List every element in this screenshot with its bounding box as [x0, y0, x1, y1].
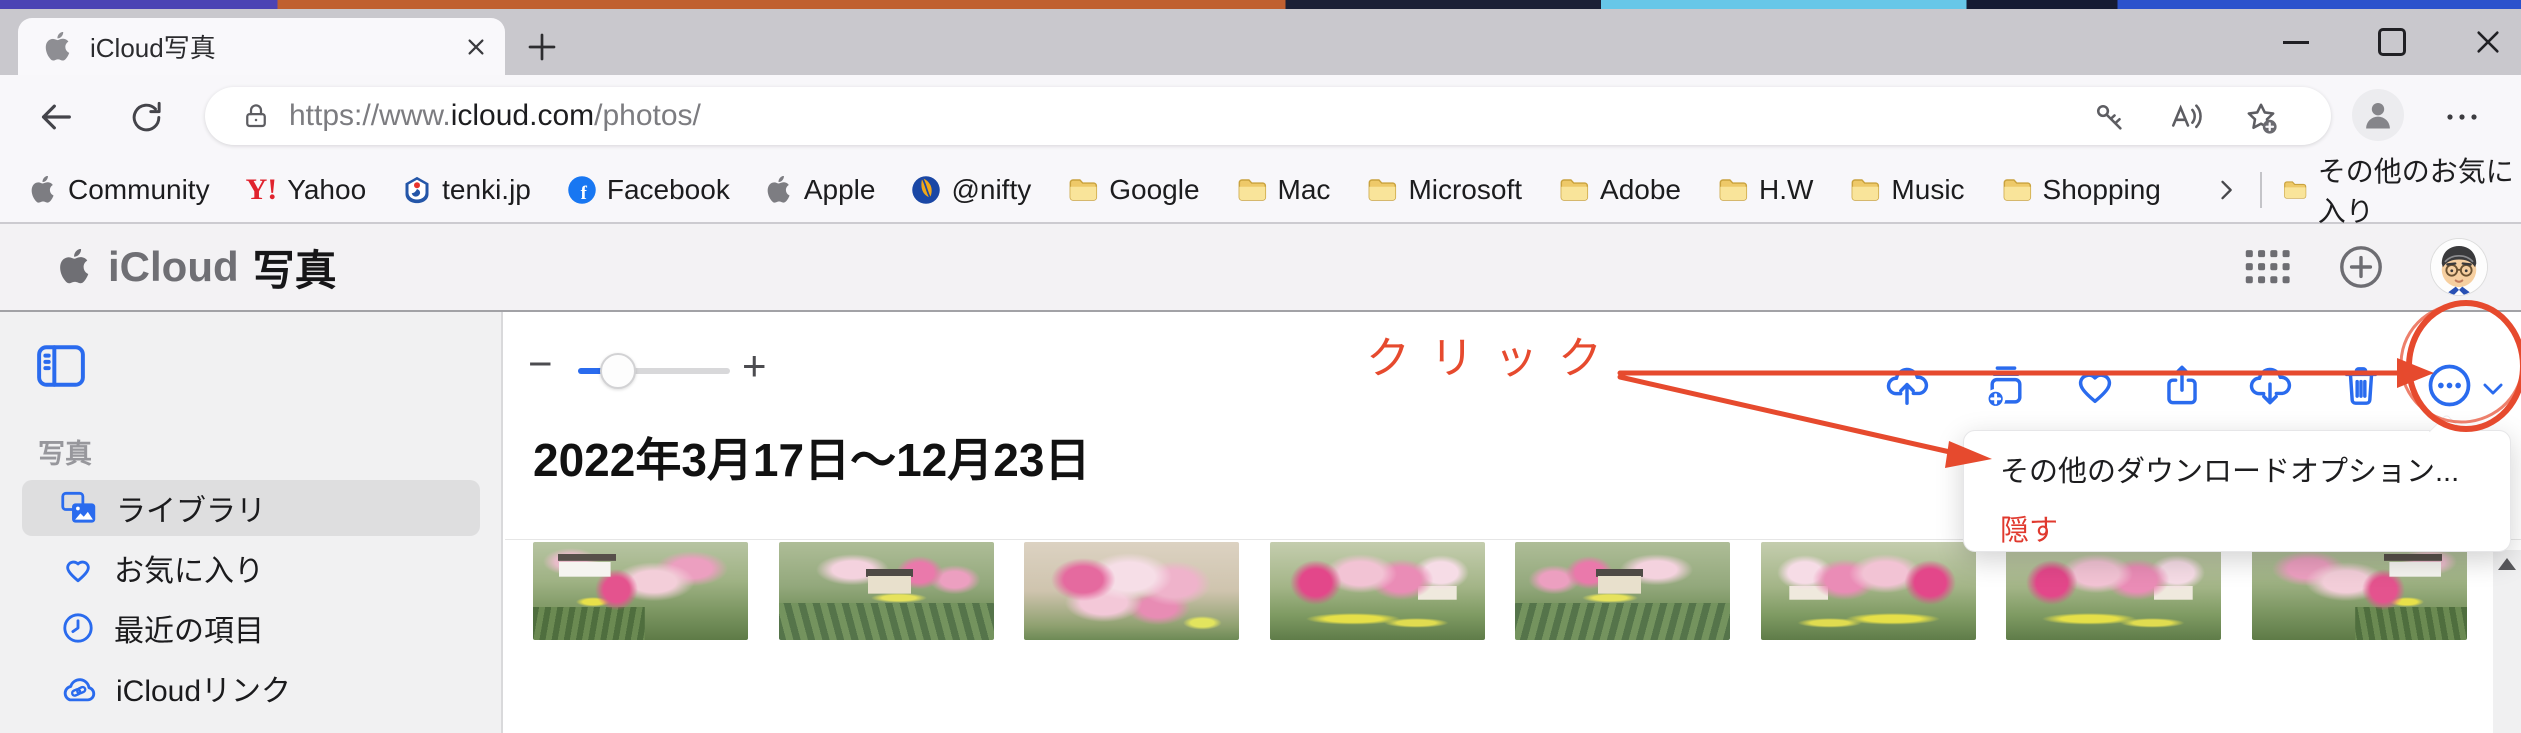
read-aloud-icon[interactable]: [2169, 100, 2203, 134]
zoom-in-button[interactable]: +: [742, 342, 767, 390]
sidebar: 写真 ライブラリ お気に入り 最近の項目 iCloudリンク: [0, 312, 503, 733]
window-maximize-button[interactable]: [2362, 9, 2422, 75]
upload-cloud-icon[interactable]: [1884, 362, 1930, 408]
menu-item-more-download-options[interactable]: その他のダウンロードオプション...: [2000, 448, 2459, 490]
page-title: 写真: [252, 246, 337, 294]
heart-icon: [66, 560, 90, 583]
tenki-icon: [405, 176, 429, 204]
delete-trash-icon[interactable]: [2338, 362, 2384, 408]
lock-icon[interactable]: [241, 101, 271, 131]
content-scrollbar[interactable]: [2493, 550, 2521, 733]
bookmarks-list: Community Y! Yahoo tenki.jp f Facebook A…: [30, 158, 2180, 222]
new-tab-button[interactable]: [524, 29, 560, 65]
refresh-button[interactable]: [128, 99, 165, 136]
account-avatar[interactable]: [2431, 239, 2487, 295]
zoom-out-button[interactable]: −: [528, 340, 553, 388]
bookmarks-divider: [2260, 172, 2262, 208]
other-favorites-folder[interactable]: その他のお気に入り: [2282, 156, 2521, 227]
clock-icon: [63, 613, 93, 643]
sidebar-item-recents[interactable]: 最近の項目: [22, 600, 480, 656]
more-options-dropdown: その他のダウンロードオプション... 隠す: [1963, 413, 2511, 552]
bookmark-apple[interactable]: Apple: [766, 174, 875, 206]
chevron-down-icon[interactable]: [2478, 374, 2508, 404]
sidebar-section-label: 写真: [38, 439, 92, 469]
bookmark-folder-google[interactable]: Google: [1067, 174, 1200, 206]
icloud-wordmark: iCloud: [108, 243, 239, 290]
apple-favicon-icon: [44, 31, 74, 62]
zoom-slider-thumb[interactable]: [600, 353, 636, 389]
browser-profile-button[interactable]: [2352, 89, 2404, 141]
bookmark-yahoo[interactable]: Y! Yahoo: [246, 173, 367, 207]
bookmark-folder-hw[interactable]: H.W: [1717, 174, 1813, 206]
bookmark-community[interactable]: Community: [30, 174, 210, 206]
sidebar-item-icloud-links[interactable]: iCloudリンク: [22, 660, 480, 716]
browser-settings-menu-icon[interactable]: [2442, 105, 2482, 129]
add-favorite-star-icon[interactable]: [2243, 100, 2279, 136]
bookmark-folder-adobe[interactable]: Adobe: [1558, 174, 1681, 206]
photo-thumbnail[interactable]: [1761, 542, 1976, 640]
tab-title: iCloud写真: [90, 33, 216, 63]
url-text[interactable]: https://www.icloud.com/photos/: [289, 99, 701, 133]
menu-item-hide[interactable]: 隠す: [2000, 507, 2058, 549]
facebook-icon: f: [568, 176, 596, 204]
window-minimize-button[interactable]: [2266, 9, 2326, 75]
photo-thumbnail[interactable]: [533, 542, 748, 640]
icloud-brand: iCloud 写真: [58, 224, 337, 310]
bookmark-folder-music[interactable]: Music: [1849, 174, 1965, 206]
folder-icon: [1852, 179, 1880, 201]
apple-icon: [31, 176, 54, 203]
password-key-icon[interactable]: [2092, 100, 2126, 134]
share-icon[interactable]: [2159, 362, 2205, 408]
bookmarks-bar: Community Y! Yahoo tenki.jp f Facebook A…: [0, 156, 2521, 227]
photos-library-icon: [61, 491, 96, 523]
photo-thumbnail[interactable]: [779, 542, 994, 640]
address-bar[interactable]: https://www.icloud.com/photos/: [205, 87, 2331, 145]
sidebar-toggle-icon[interactable]: [36, 344, 86, 388]
scroll-up-arrow-icon[interactable]: [2498, 558, 2516, 570]
yahoo-icon: Y!: [245, 173, 278, 206]
desktop-background-strip: [0, 0, 2521, 9]
apple-logo-icon: [60, 249, 89, 284]
bookmarks-overflow-chevron-icon[interactable]: [2212, 176, 2240, 204]
folder-icon: [1369, 179, 1397, 201]
photo-thumbnail[interactable]: [1515, 542, 1730, 640]
app-grid-icon[interactable]: [2245, 249, 2291, 285]
folder-icon: [2003, 179, 2031, 201]
bookmark-folder-mac[interactable]: Mac: [1236, 174, 1330, 206]
more-options-button[interactable]: [2426, 362, 2473, 409]
cloud-link-icon: [63, 678, 96, 702]
date-range-title: 2022年3月17日〜12月23日: [533, 434, 1091, 486]
bookmark-nifty[interactable]: @nifty: [911, 174, 1031, 206]
tab-close-icon[interactable]: [465, 36, 487, 58]
download-cloud-icon[interactable]: [2247, 362, 2293, 408]
photo-thumbnail[interactable]: [1270, 542, 1485, 640]
window-close-button[interactable]: [2458, 9, 2518, 75]
browser-tab[interactable]: iCloud写真: [18, 18, 505, 75]
bookmark-folder-microsoft[interactable]: Microsoft: [1366, 174, 1522, 206]
svg-text:f: f: [580, 183, 587, 204]
apple-icon: [767, 176, 790, 203]
bookmark-folder-shopping[interactable]: Shopping: [2001, 174, 2161, 206]
folder-icon: [1069, 179, 1098, 201]
sidebar-item-library[interactable]: ライブラリ: [22, 480, 480, 536]
favorite-heart-icon[interactable]: [2072, 362, 2118, 408]
photo-thumbnail[interactable]: [1024, 542, 1239, 640]
folder-icon: [1238, 179, 1266, 201]
back-button[interactable]: [36, 97, 76, 137]
create-plus-icon[interactable]: [2337, 243, 2385, 291]
add-to-album-icon[interactable]: [1983, 362, 2029, 408]
nifty-icon: [912, 176, 941, 204]
folder-icon: [1719, 179, 1748, 201]
icloud-header: iCloud 写真: [0, 224, 2521, 312]
person-icon: [2366, 102, 2390, 129]
bookmark-tenki[interactable]: tenki.jp: [402, 174, 531, 206]
sidebar-item-favorites[interactable]: お気に入り: [22, 540, 480, 596]
photo-thumbnail[interactable]: [2006, 542, 2221, 640]
photo-thumbnail[interactable]: [2252, 542, 2467, 640]
browser-toolbar: https://www.icloud.com/photos/: [0, 75, 2521, 158]
bookmark-facebook[interactable]: f Facebook: [567, 174, 730, 206]
folder-icon: [2284, 181, 2307, 199]
folder-icon: [1560, 179, 1589, 201]
browser-tab-bar: iCloud写真: [0, 9, 2521, 75]
